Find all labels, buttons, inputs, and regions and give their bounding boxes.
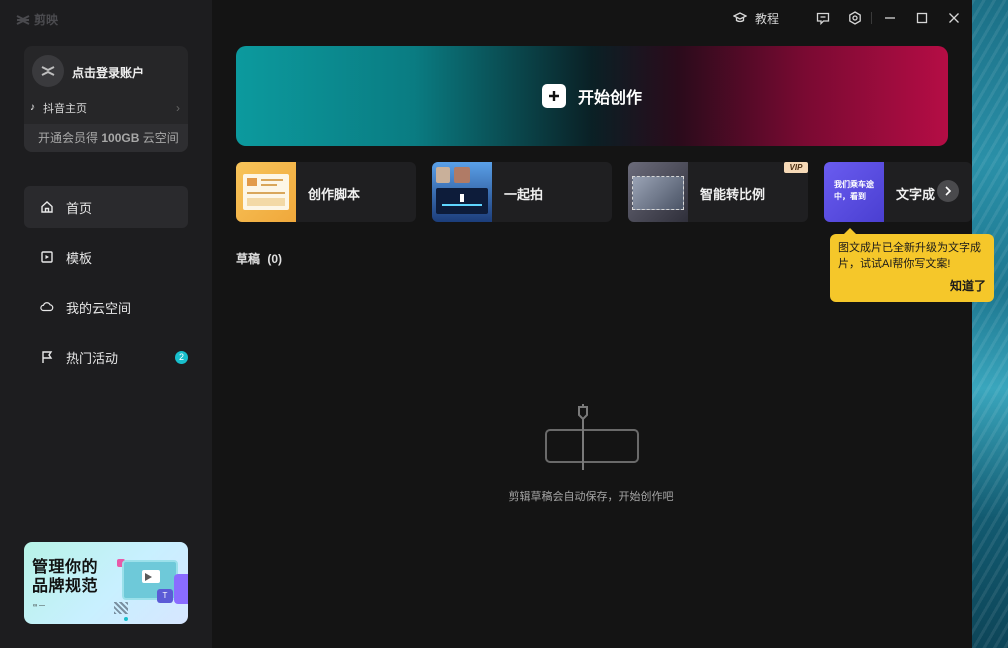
text-tag-icon: T — [157, 589, 173, 603]
plus-icon — [541, 84, 566, 108]
sidebar: 剪映 点击登录账户 ♪ 抖音主页 › 开通会员得 100GB 云空间 首页 模板… — [0, 0, 212, 648]
drafts-count: (0) — [267, 252, 283, 266]
tutorial-button[interactable]: 教程 — [733, 10, 779, 26]
start-creating-label: 开始创作 — [577, 90, 642, 107]
gear-icon — [849, 11, 861, 25]
settings-button[interactable] — [848, 10, 862, 26]
sidebar-item-templates[interactable]: 模板 — [24, 236, 188, 278]
vip-text-suffix: 云空间 — [142, 131, 179, 145]
drafts-empty-state: 剪辑草稿会自动保存，开始创作吧 — [496, 404, 686, 514]
text-to-video-thumbnail: 我们乘车途 中，看到 — [824, 162, 884, 222]
sidebar-item-label: 热门活动 — [66, 350, 119, 366]
chevron-right-icon — [945, 186, 952, 196]
smart-ratio-thumbnail — [628, 162, 688, 222]
tutorial-label: 教程 — [755, 11, 780, 26]
close-button[interactable] — [948, 10, 960, 26]
scroll-right-button[interactable] — [937, 180, 959, 202]
douyin-label: 抖音主页 — [43, 103, 87, 115]
maximize-icon — [916, 12, 928, 24]
sidebar-item-cloud[interactable]: 我的云空间 — [24, 286, 188, 328]
douyin-icon: ♪ — [30, 102, 35, 113]
feature-tooltip: 图文成片已全新升级为文字成 片，试试AI帮你写文案! 知道了 — [830, 228, 994, 302]
notification-badge: 2 — [175, 351, 188, 364]
shoot-together-thumbnail — [432, 162, 492, 222]
tooltip-dismiss-button[interactable]: 知道了 — [950, 278, 986, 294]
app-name: 剪映 — [34, 13, 59, 27]
minimize-button[interactable] — [884, 10, 896, 26]
login-link[interactable]: 点击登录账户 — [72, 64, 144, 81]
script-paper-illustration — [243, 174, 289, 210]
chevron-right-icon: › — [176, 101, 180, 115]
drafts-label: 草稿 — [236, 252, 261, 266]
sidebar-item-label: 首页 — [66, 200, 93, 216]
promo-title-line1: 管理你的 — [32, 559, 99, 576]
flag-icon — [40, 350, 54, 364]
vip-text-bold: 100GB — [101, 131, 140, 145]
thumbnail-text-line1: 我们乘车途 — [834, 180, 874, 189]
home-icon — [40, 200, 54, 214]
avatar[interactable] — [32, 55, 64, 87]
feature-label: 创作脚本 — [308, 187, 361, 202]
thumbnail-text-line2: 中，看到 — [834, 192, 866, 201]
douyin-home-link[interactable]: ♪ 抖音主页 › — [30, 100, 180, 116]
feature-smart-ratio-card[interactable]: 智能转比例 — [628, 162, 808, 222]
tooltip-line1: 图文成片已全新升级为文字成 — [838, 242, 981, 254]
sidebar-item-home[interactable]: 首页 — [24, 186, 188, 228]
promo-title: 管理你的 品牌规范 — [32, 558, 98, 596]
ratio-frame-illustration — [632, 176, 684, 210]
minimize-icon — [885, 17, 895, 19]
desktop-wallpaper — [972, 0, 1008, 648]
app-window: 剪映 点击登录账户 ♪ 抖音主页 › 开通会员得 100GB 云空间 首页 模板… — [0, 0, 972, 648]
app-logo: 剪映 — [16, 11, 58, 28]
feature-shoot-together-card[interactable]: 一起拍 — [432, 162, 612, 222]
tooltip-line2: 片，试试AI帮你写文案! — [838, 258, 951, 270]
sidebar-item-label: 我的云空间 — [66, 300, 132, 316]
promo-logo-icon: ∞ — — [33, 603, 45, 609]
maximize-button[interactable] — [916, 10, 928, 26]
account-card[interactable]: 点击登录账户 ♪ 抖音主页 › 开通会员得 100GB 云空间 — [24, 46, 188, 152]
cloud-icon — [40, 300, 54, 314]
feature-label: 文字成 — [896, 187, 936, 202]
drafts-heading: 草稿 (0) — [236, 250, 282, 267]
promo-banner[interactable]: 管理你的 品牌规范 ∞ — T — [24, 542, 188, 624]
vip-promo-link[interactable]: 开通会员得 100GB 云空间 — [24, 124, 188, 152]
promo-title-line2: 品牌规范 — [32, 578, 99, 595]
thumbnail-text: 我们乘车途 中，看到 — [834, 179, 874, 203]
feedback-icon — [816, 12, 830, 25]
script-thumbnail — [236, 162, 296, 222]
sidebar-item-events[interactable]: 热门活动 2 — [24, 336, 188, 378]
titlebar-divider — [871, 12, 872, 24]
capcut-logo-icon — [16, 14, 30, 25]
graduation-cap-icon — [733, 12, 747, 23]
carousel-indicator[interactable] — [124, 617, 128, 621]
sidebar-item-label: 模板 — [66, 250, 93, 266]
shoot-screen-illustration — [436, 188, 488, 214]
titlebar: 教程 — [212, 0, 972, 36]
empty-state-text: 剪辑草稿会自动保存，开始创作吧 — [508, 491, 674, 503]
vip-badge: VIP — [784, 162, 808, 173]
promo-pattern — [114, 602, 128, 614]
feedback-button[interactable] — [816, 10, 830, 26]
empty-timeline-icon — [545, 404, 639, 470]
feature-script-card[interactable]: 创作脚本 — [236, 162, 416, 222]
template-icon — [40, 250, 54, 264]
feature-label: 一起拍 — [504, 187, 544, 202]
promo-decor-shape — [174, 574, 188, 604]
close-icon — [949, 13, 959, 23]
capcut-avatar-icon — [41, 66, 55, 76]
start-creating-button[interactable]: 开始创作 — [236, 46, 948, 146]
feature-label: 智能转比例 — [700, 187, 766, 202]
vip-text-prefix: 开通会员得 — [38, 131, 99, 145]
sidebar-nav: 首页 模板 我的云空间 热门活动 2 — [24, 186, 188, 386]
play-icon — [145, 573, 152, 581]
